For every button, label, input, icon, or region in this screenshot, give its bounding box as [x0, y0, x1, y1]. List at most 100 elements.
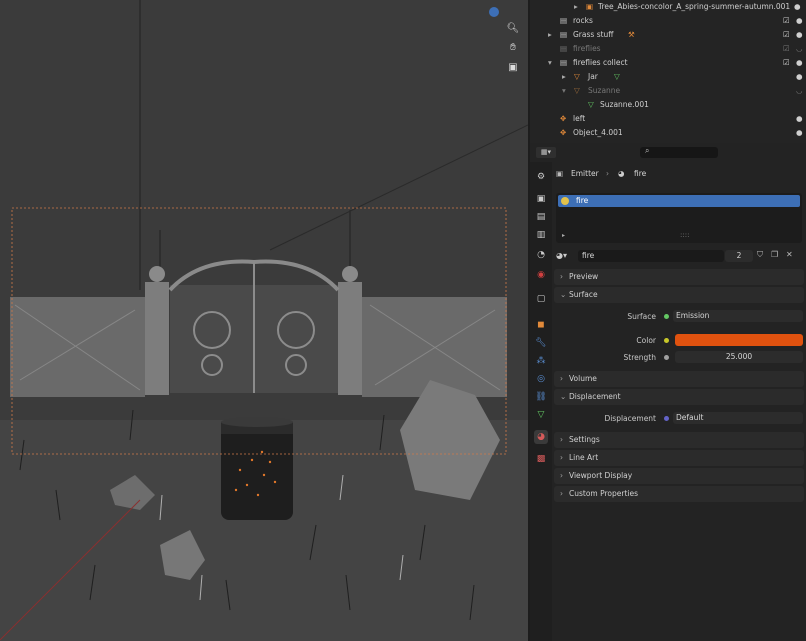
chevron-right-icon: › [560, 489, 563, 498]
outliner-row-object-4-001[interactable]: ✥ Object_4.001 ● [530, 126, 806, 139]
strength-field[interactable]: 25.000 [675, 351, 803, 363]
chevron-right-icon: › [560, 453, 563, 462]
socket-green-icon [664, 314, 669, 319]
surface-label: Surface [627, 312, 656, 321]
outliner-row-suzanne[interactable]: ▾ ▽ Suzanne ◡ [530, 84, 806, 97]
material-tab-icon[interactable]: ◕ [534, 430, 548, 444]
color-label: Color [636, 336, 656, 345]
displacement-field[interactable]: Default [673, 412, 803, 424]
data-tab-icon[interactable]: ▽ [534, 408, 548, 422]
expand-arrow-icon[interactable]: ▸ [562, 70, 566, 83]
displacement-section-header[interactable]: ⌄ Displacement [554, 389, 804, 405]
chevron-down-icon: ⌄ [560, 290, 567, 299]
outliner-row-rocks[interactable]: ▤ rocks ☑ ● [530, 14, 806, 27]
mesh-object-icon: ▽ [574, 86, 580, 95]
expand-list-icon[interactable]: ▸ [562, 232, 565, 239]
texture-tab-icon[interactable]: ▩ [534, 452, 548, 466]
outliner-row-jar[interactable]: ▸ ▽ Jar ▽ ● [530, 70, 806, 83]
settings-section-header[interactable]: › Settings [554, 432, 804, 448]
checkbox-icon[interactable]: ☑ [783, 14, 790, 27]
chevron-right-icon: › [606, 169, 609, 178]
checkbox-icon[interactable]: ☑ [783, 28, 790, 41]
visibility-eye-hidden-icon[interactable]: ◡ [796, 42, 803, 55]
resize-handle[interactable]: :::: [680, 231, 689, 239]
unlink-material-icon[interactable]: ✕ [786, 250, 793, 259]
expand-arrow-icon[interactable]: ▸ [548, 28, 552, 41]
pin-icon[interactable]: ▣ [556, 167, 563, 181]
visibility-eye-icon[interactable]: ● [796, 126, 803, 139]
material-preview-icon [561, 197, 569, 205]
outliner-row-tree[interactable]: ▸ ▣ Tree_Abies-concolor_A_spring-summer-… [530, 0, 806, 13]
camera-view-icon[interactable]: ▣ [506, 60, 520, 74]
zoom-icon[interactable]: 🔍︎ [506, 21, 520, 35]
fake-user-shield-icon[interactable]: ⛉ [757, 250, 763, 260]
visibility-eye-icon[interactable]: ● [796, 28, 803, 41]
duplicate-material-icon[interactable]: ❐ [771, 250, 778, 259]
empty-object-icon: ✥ [560, 128, 567, 137]
color-swatch[interactable] [675, 334, 803, 346]
custom-properties-section-header[interactable]: › Custom Properties [554, 486, 804, 502]
modifier-tab-icon[interactable]: 🔧︎ [534, 336, 548, 350]
viewport-display-section-header[interactable]: › Viewport Display [554, 468, 804, 484]
socket-yellow-icon [664, 338, 669, 343]
checkbox-icon[interactable]: ☑ [783, 42, 790, 55]
expand-arrow-icon[interactable]: ▾ [562, 84, 566, 97]
visibility-eye-icon[interactable]: ● [794, 0, 801, 13]
editor-type-button[interactable]: ▦▾ [536, 147, 556, 158]
object-tab-icon[interactable]: ◼ [534, 318, 548, 332]
outliner-row-fireflies-collect[interactable]: ▾ ▤ fireflies collect ☑ ● [530, 56, 806, 69]
visibility-eye-hidden-icon[interactable]: ◡ [796, 84, 803, 97]
outliner-row-left[interactable]: ✥ left ● [530, 112, 806, 125]
outliner-row-grass-stuff[interactable]: ▸ ▤ Grass stuff ⚒ ☑ ● [530, 28, 806, 41]
3d-viewport[interactable]: 🔍︎ ✋︎ ▣ [0, 0, 528, 641]
collection-icon: ▤ [560, 58, 568, 67]
visibility-eye-icon[interactable]: ● [796, 14, 803, 27]
outliner-panel[interactable]: ▸ ▣ Tree_Abies-concolor_A_spring-summer-… [530, 0, 806, 143]
chevron-right-icon: › [560, 374, 563, 383]
outliner-row-suzanne-001[interactable]: ▽ Suzanne.001 [530, 98, 806, 111]
collection-tab-icon[interactable]: ▢ [534, 292, 548, 306]
pan-hand-icon[interactable]: ✋︎ [506, 40, 520, 54]
constraints-tab-icon[interactable]: ⛓ [534, 390, 548, 404]
chevron-right-icon: › [560, 471, 563, 480]
expand-arrow-icon[interactable]: ▾ [548, 56, 552, 69]
object-icon: ▣ [586, 2, 594, 11]
collection-icon: ▤ [560, 44, 568, 53]
line-art-section-header[interactable]: › Line Art [554, 450, 804, 466]
chevron-right-icon: › [560, 435, 563, 444]
material-slot-item[interactable]: fire [558, 195, 800, 207]
checkbox-icon[interactable]: ☑ [783, 56, 790, 69]
scene-render [0, 0, 528, 641]
collection-icon: ▤ [560, 30, 568, 39]
strength-label: Strength [623, 353, 656, 362]
tool-tab-icon[interactable]: ⚙ [534, 170, 548, 184]
displacement-label: Displacement [604, 414, 656, 423]
world-tab-icon[interactable]: ◉ [534, 268, 548, 282]
chevron-right-icon: › [560, 272, 563, 281]
properties-search-input[interactable]: ⌕ [640, 146, 718, 158]
visibility-eye-icon[interactable]: ● [796, 70, 803, 83]
particles-tab-icon[interactable]: ⁂ [534, 354, 548, 368]
modifier-icon: ⚒ [628, 30, 635, 39]
material-browse-button[interactable]: ◕▾ [556, 250, 576, 262]
view-layer-tab-icon[interactable]: ▥ [534, 228, 548, 242]
outliner-row-fireflies[interactable]: ▤ fireflies ☑ ◡ [530, 42, 806, 55]
physics-tab-icon[interactable]: ◎ [534, 372, 548, 386]
mesh-data-icon: ▽ [588, 100, 594, 109]
render-tab-icon[interactable]: ▣ [534, 192, 548, 206]
scene-tab-icon[interactable]: ◔ [534, 248, 548, 262]
material-users-count[interactable]: 2 [725, 250, 753, 262]
visibility-eye-icon[interactable]: ● [796, 112, 803, 125]
mesh-object-icon: ▽ [574, 72, 580, 81]
axis-gizmo-icon[interactable] [487, 5, 501, 19]
preview-section-header[interactable]: › Preview [554, 269, 804, 285]
surface-section-header[interactable]: ⌄ Surface [554, 287, 804, 303]
material-slot-list[interactable]: fire ▸ :::: [556, 193, 802, 243]
visibility-eye-icon[interactable]: ● [796, 56, 803, 69]
material-icon: ◕ [618, 169, 625, 178]
output-tab-icon[interactable]: ▤ [534, 210, 548, 224]
volume-section-header[interactable]: › Volume [554, 371, 804, 387]
expand-arrow-icon[interactable]: ▸ [574, 0, 578, 13]
material-name-field[interactable]: fire [578, 250, 724, 262]
surface-shader-field[interactable]: Emission [673, 310, 803, 322]
